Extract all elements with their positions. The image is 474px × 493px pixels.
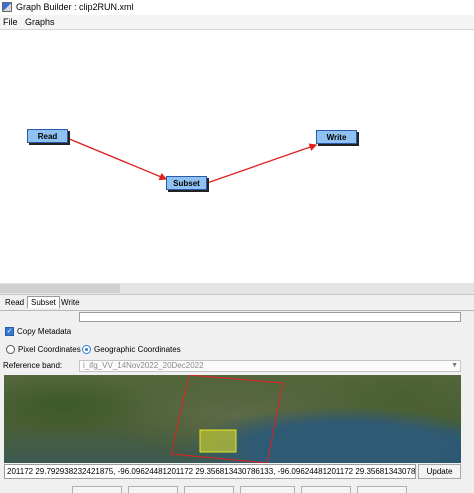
tab-subset[interactable]: Subset: [27, 296, 60, 308]
edge-subset-write: [206, 143, 318, 184]
world-map-preview[interactable]: [4, 375, 461, 463]
reference-band-select[interactable]: i_ifg_VV_14Nov2022_20Dec2022 ▼: [79, 360, 461, 372]
footer-button-5[interactable]: [301, 486, 351, 493]
chevron-down-icon: ▼: [451, 362, 458, 369]
update-button[interactable]: Update: [418, 464, 461, 479]
tab-read[interactable]: Read: [2, 297, 27, 308]
footer-button-3[interactable]: [184, 486, 234, 493]
footer-button-6[interactable]: [357, 486, 407, 493]
copy-metadata-checkbox[interactable]: ✓: [5, 327, 14, 336]
node-subset[interactable]: Subset: [166, 176, 207, 190]
node-write[interactable]: Write: [316, 130, 357, 144]
footer-button-1[interactable]: [72, 486, 122, 493]
graph-edges: [66, 137, 318, 184]
footer-button-2[interactable]: [128, 486, 178, 493]
band-list-field[interactable]: [79, 312, 461, 322]
reference-band-label: Reference band:: [3, 361, 63, 370]
menu-file[interactable]: File: [3, 17, 18, 27]
geographic-coordinates-radio[interactable]: [82, 345, 91, 354]
copy-metadata-label: Copy Metadata: [17, 327, 72, 336]
window-title: Graph Builder : clip2RUN.xml: [16, 2, 134, 12]
title-bar: Graph Builder : clip2RUN.xml: [0, 0, 474, 15]
graph-builder-icon: [2, 2, 12, 12]
pixel-coordinates-label: Pixel Coordinates: [18, 345, 81, 354]
node-read[interactable]: Read: [27, 129, 68, 143]
graph-canvas[interactable]: Read Subset Write: [0, 30, 474, 284]
tab-write[interactable]: Write: [58, 297, 83, 308]
edge-read-subset: [66, 137, 168, 181]
reference-band-value: i_ifg_VV_14Nov2022_20Dec2022: [83, 361, 204, 370]
footer-button-4[interactable]: [240, 486, 295, 493]
menu-bar: File Graphs: [0, 15, 474, 30]
pixel-coordinates-radio[interactable]: [6, 345, 15, 354]
geo-region-field[interactable]: 201172 29.792938232421875, -96.096244812…: [4, 464, 416, 479]
region-overlay: [170, 375, 284, 463]
subset-region: [199, 429, 237, 453]
scrollbar-thumb[interactable]: [0, 284, 120, 293]
node-tabs: Read Subset Write: [0, 295, 474, 311]
geographic-coordinates-label: Geographic Coordinates: [94, 345, 181, 354]
menu-graphs[interactable]: Graphs: [25, 17, 55, 27]
